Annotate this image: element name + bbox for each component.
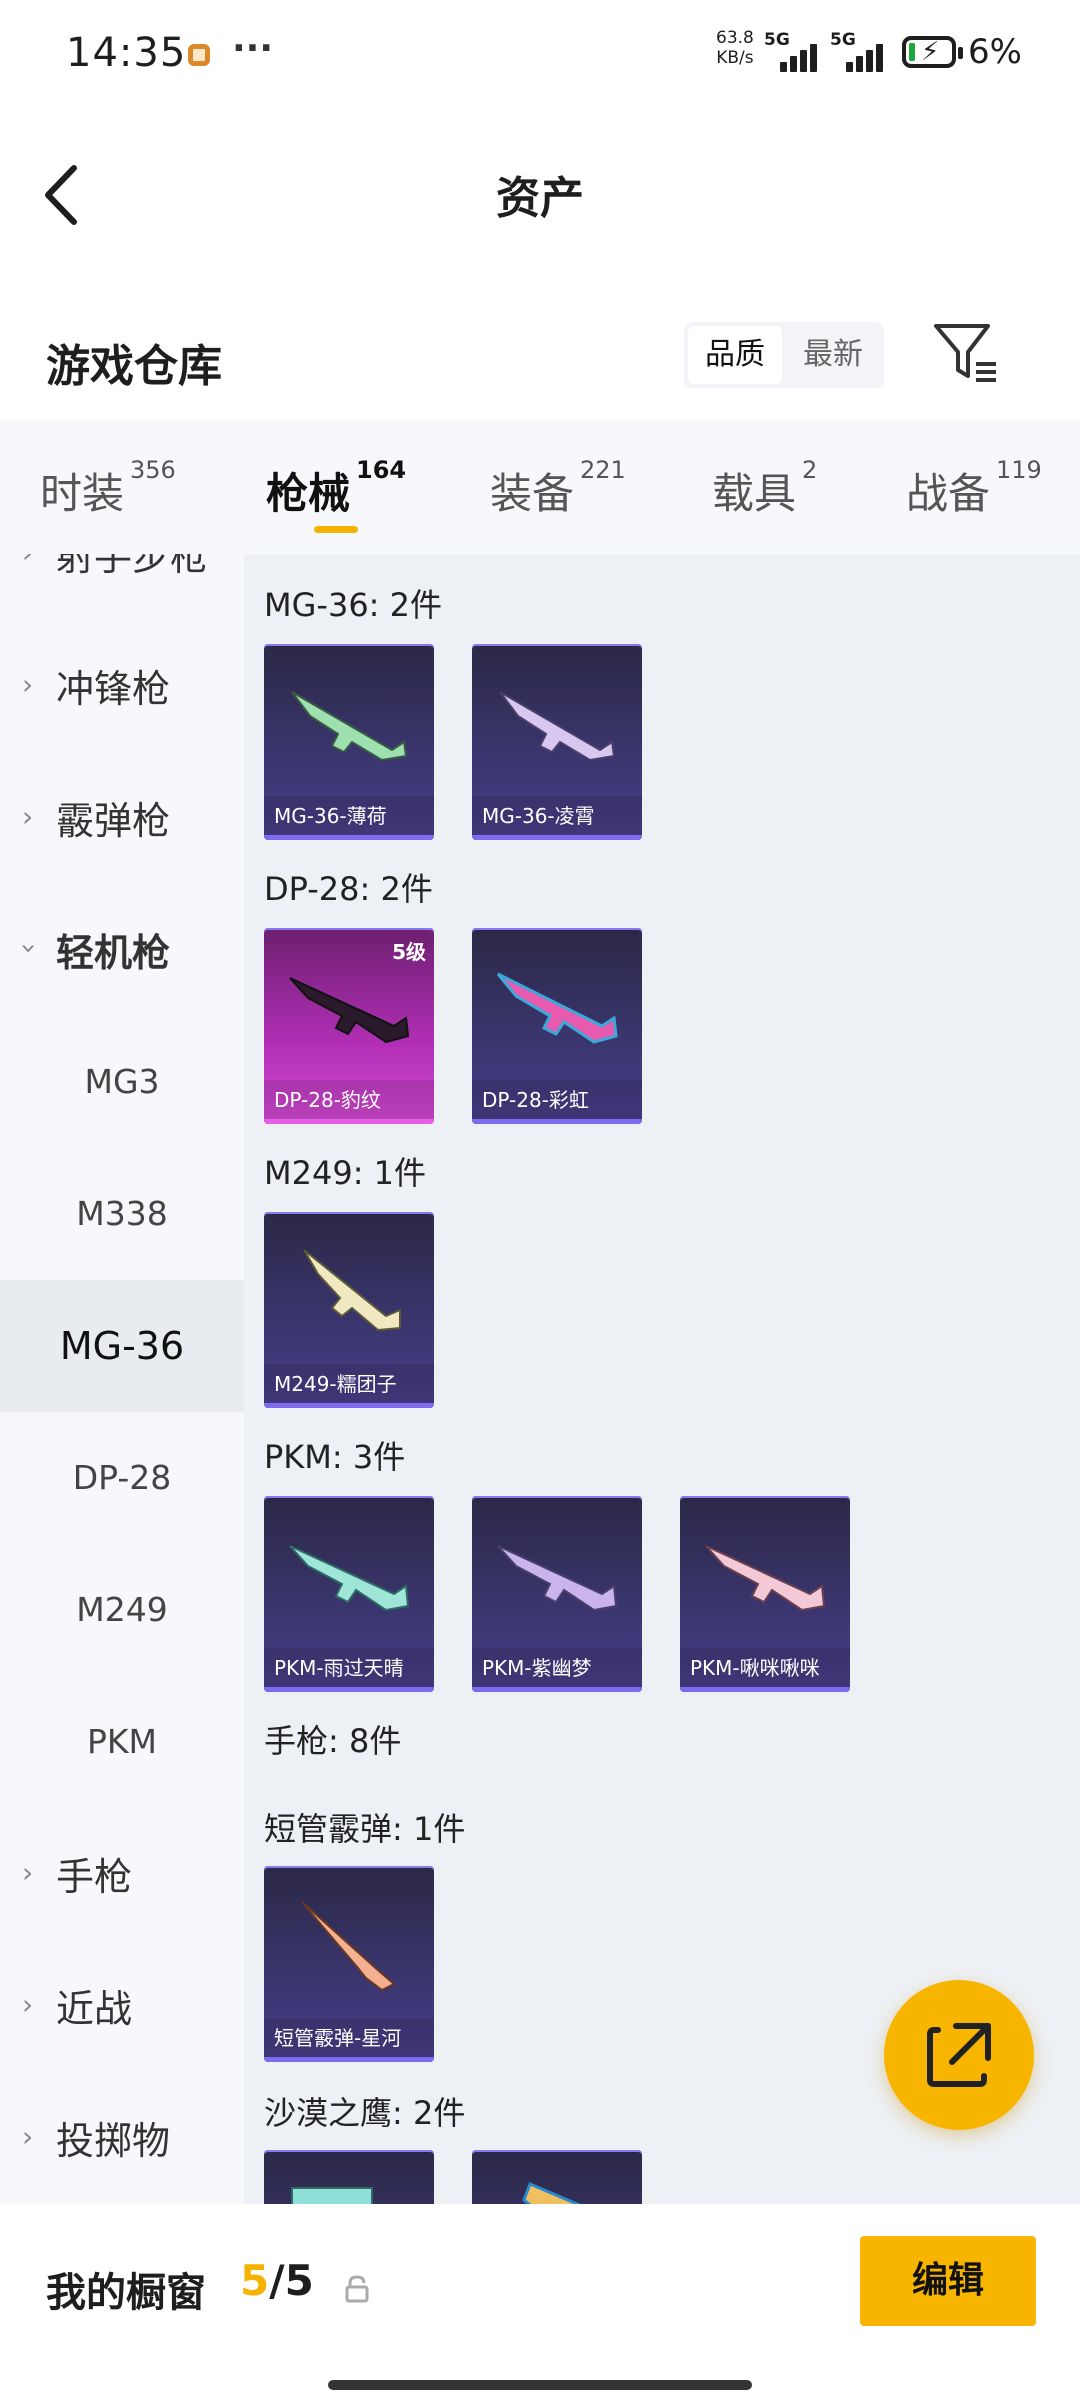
showcase-bar: 我的橱窗 5/5 编辑 <box>0 2204 1080 2400</box>
network-speed: 63.8 KB/s <box>716 28 754 68</box>
item-grid: MG-36: 2件 MG-36-薄荷 MG-36-凌霄 DP-28: 2件 5级… <box>244 554 1080 2204</box>
group-title: 短管霰弹: 1件 <box>264 1810 466 1848</box>
chevron-right-icon: › <box>22 2120 34 2153</box>
sort-newest-option[interactable]: 最新 <box>786 326 880 384</box>
item-name: MG-36-凌霄 <box>472 796 642 840</box>
showcase-title: 我的橱窗 <box>46 2270 206 2316</box>
shotgun-skin-icon <box>301 1901 396 1992</box>
sort-quality-option[interactable]: 品质 <box>688 326 782 384</box>
chevron-right-icon: › <box>22 1856 34 1889</box>
chevron-right-icon: › <box>22 1988 34 2021</box>
item-name: PKM-紫幽梦 <box>472 1648 642 1692</box>
sidebar-sub-mg36[interactable]: MG-36 <box>0 1280 244 1412</box>
item-name: PKM-啾咪啾咪 <box>680 1648 850 1692</box>
pistol-skin-icon <box>522 2182 581 2204</box>
chevron-right-icon: › <box>22 554 33 569</box>
item-card[interactable]: 5级 DP-28-豹纹 <box>264 928 434 1124</box>
item-name: 短管霰弹-星河 <box>264 2018 434 2062</box>
tab-fashion[interactable]: 时装 356 <box>40 456 176 521</box>
tab-tactical[interactable]: 战备 119 <box>906 456 1042 521</box>
lock-icon <box>345 2275 369 2303</box>
sidebar-item-lmg[interactable]: › 轻机枪 <box>0 884 244 1016</box>
lmg-skin-icon <box>289 977 410 1044</box>
item-name: PKM-雨过天晴 <box>264 1648 434 1692</box>
item-card[interactable]: M249-糯团子 <box>264 1212 434 1408</box>
item-card[interactable]: DP-28-彩虹 <box>472 928 642 1124</box>
share-button[interactable] <box>884 1980 1034 2130</box>
sidebar-item-smg[interactable]: › 冲锋枪 <box>0 620 244 752</box>
lmg-skin-icon <box>496 972 618 1044</box>
group-title: M249: 1件 <box>264 1154 427 1192</box>
item-card[interactable]: PKM-啾咪啾咪 <box>680 1496 850 1692</box>
sidebar-sub-dp28[interactable]: DP-28 <box>0 1412 244 1544</box>
signal-sim2-icon: 5G <box>830 30 888 72</box>
tab-equipment[interactable]: 装备 221 <box>490 456 626 521</box>
lmg-skin-icon <box>497 1545 618 1612</box>
filter-icon[interactable] <box>930 318 1000 388</box>
showcase-count: 5/5 <box>240 2256 314 2305</box>
group-title: PKM: 3件 <box>264 1438 406 1476</box>
chevron-right-icon: › <box>22 668 34 701</box>
lmg-skin-icon <box>499 691 616 762</box>
active-tab-indicator <box>314 526 358 533</box>
status-time: 14:35 <box>66 30 187 76</box>
group-title: 手枪: 8件 <box>264 1722 402 1760</box>
chevron-down-icon: › <box>13 942 47 955</box>
more-notifications-icon: ··· <box>232 28 274 69</box>
sidebar-item-throwables[interactable]: › 投掷物 <box>0 2072 244 2204</box>
home-indicator[interactable] <box>328 2380 752 2390</box>
battery-charging-icon: ⚡ <box>902 36 963 68</box>
sidebar-sub-m338[interactable]: M338 <box>0 1148 244 1280</box>
edit-button[interactable]: 编辑 <box>860 2236 1036 2326</box>
status-bar: 14:35 ··· 63.8 KB/s 5G 5G ⚡ 6% <box>0 0 1080 100</box>
sidebar-item-shotgun[interactable]: › 霰弹枪 <box>0 752 244 884</box>
item-card[interactable]: PKM-雨过天晴 <box>264 1496 434 1692</box>
item-card[interactable] <box>472 2150 642 2204</box>
lmg-skin-icon <box>291 691 408 762</box>
network-speed-unit: KB/s <box>716 48 754 68</box>
lmg-skin-icon <box>705 1545 826 1612</box>
item-card[interactable]: PKM-紫幽梦 <box>472 1496 642 1692</box>
battery-percent: 6% <box>968 32 1022 72</box>
item-card[interactable]: MG-36-薄荷 <box>264 644 434 840</box>
chevron-right-icon: › <box>22 800 34 833</box>
item-name: DP-28-彩虹 <box>472 1080 642 1124</box>
item-name: MG-36-薄荷 <box>264 796 434 840</box>
item-card[interactable]: MG-36-凌霄 <box>472 644 642 840</box>
pistol-skin-icon <box>291 2187 373 2204</box>
category-tabs: 时装 356 枪械 164 装备 221 载具 2 战备 119 <box>0 420 1080 554</box>
item-name: DP-28-豹纹 <box>264 1080 434 1124</box>
warehouse-title: 游戏仓库 <box>46 341 222 392</box>
group-title: 沙漠之鹰: 2件 <box>264 2094 466 2132</box>
item-name: M249-糯团子 <box>264 1364 434 1408</box>
tab-vehicles[interactable]: 载具 2 <box>712 456 817 521</box>
app-notification-icon <box>188 44 210 66</box>
group-title: DP-28: 2件 <box>264 870 433 908</box>
header: 资产 <box>0 100 1080 280</box>
lmg-skin-icon <box>289 1545 410 1612</box>
sidebar-item-pistol[interactable]: › 手枪 <box>0 1808 244 1940</box>
signal-sim1-icon: 5G <box>764 30 822 72</box>
tab-firearms[interactable]: 枪械 164 <box>266 456 406 521</box>
sidebar-sub-pkm[interactable]: PKM <box>0 1676 244 1808</box>
sidebar-item-melee[interactable]: › 近战 <box>0 1940 244 2072</box>
network-speed-value: 63.8 <box>716 28 754 48</box>
page-title: 资产 <box>496 173 584 224</box>
item-card[interactable]: 短管霰弹-星河 <box>264 1866 434 2062</box>
lmg-skin-icon <box>303 1249 401 1332</box>
sidebar-sub-m249[interactable]: M249 <box>0 1544 244 1676</box>
group-title: MG-36: 2件 <box>264 586 442 624</box>
sidebar-item-marksman[interactable]: › 射手步枪 <box>0 554 244 620</box>
share-icon <box>927 2023 991 2087</box>
sort-toggle: 品质 最新 <box>684 322 884 388</box>
category-sidebar: › 射手步枪 › 冲锋枪 › 霰弹枪 › 轻机枪 MG3 M338 MG-36 … <box>0 554 244 2204</box>
sidebar-sub-mg3[interactable]: MG3 <box>0 1016 244 1148</box>
item-card[interactable] <box>264 2150 434 2204</box>
